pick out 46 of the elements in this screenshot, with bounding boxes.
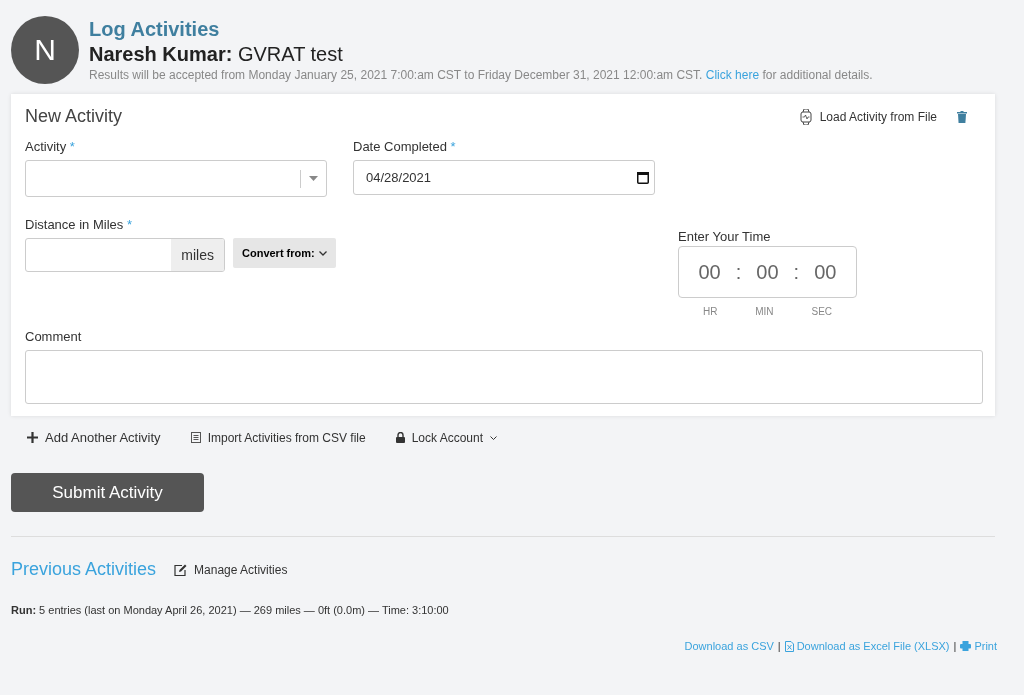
load-file-button[interactable]: Load Activity from File <box>799 108 937 125</box>
comment-field[interactable] <box>25 350 983 404</box>
separator-text: | <box>953 640 957 652</box>
caret-icon <box>309 176 318 181</box>
chevron-down-icon <box>490 435 498 440</box>
edit-icon <box>174 563 188 576</box>
trash-icon[interactable] <box>957 110 967 123</box>
separator-text: | <box>777 640 781 652</box>
action-link[interactable]: Add Another Activity <box>27 430 161 445</box>
section-title: Previous Activities <box>11 559 157 580</box>
required-mark: * <box>126 217 132 232</box>
spreadsheet-file-icon <box>784 640 794 652</box>
lock-icon <box>395 432 405 443</box>
notice-text: Results will be accepted from Monday January 25, 2021 7:00:am CST to Friday December 31, 2021 12:00:am CST. Click here for additional details. <box>89 68 873 82</box>
date-field[interactable]: 04/28/2021 <box>353 160 655 195</box>
field-label: Comment <box>25 329 83 344</box>
time-unit-label: MIN <box>755 306 774 317</box>
distance-field[interactable]: miles <box>25 238 225 272</box>
plus-icon <box>27 432 38 443</box>
user-event-title: Naresh Kumar: GVRAT test <box>89 43 344 66</box>
time-unit-label: SEC <box>811 306 833 317</box>
field-label: Date Completed * <box>353 139 457 154</box>
unit-addon: miles <box>171 239 224 271</box>
action-link[interactable]: Lock Account <box>395 430 498 445</box>
time-unit-label: HR <box>702 306 718 317</box>
required-mark: * <box>450 139 456 154</box>
field-label: Distance in Miles * <box>25 217 133 232</box>
printer-icon <box>960 641 972 651</box>
convert-dropdown-button[interactable]: Convert from: <box>233 238 336 268</box>
manage-link[interactable]: Manage Activities <box>174 562 288 577</box>
required-mark: * <box>69 139 75 154</box>
activity-select[interactable] <box>25 160 327 197</box>
time-field[interactable]: 00 : 00 : 00 <box>678 246 857 298</box>
chevron-down-icon <box>318 250 327 256</box>
calendar-icon <box>637 171 649 184</box>
card-title: New Activity <box>25 106 123 127</box>
avatar: N <box>11 16 79 84</box>
page-title: Log Activities <box>89 18 221 41</box>
summary-text: Run: 5 entries (last on Monday April 26, 2021) — 269 miles — 0ft (0.0m) — Time: 3:10:00 <box>11 604 450 616</box>
field-label: Enter Your Time <box>678 229 772 244</box>
document-icon <box>190 432 201 443</box>
separator-line <box>300 169 301 188</box>
watch-icon <box>799 108 812 125</box>
action-link[interactable]: Import Activities from CSV file <box>190 430 366 445</box>
field-label: Activity * <box>25 139 76 154</box>
submit-button[interactable]: Submit Activity <box>11 473 204 512</box>
